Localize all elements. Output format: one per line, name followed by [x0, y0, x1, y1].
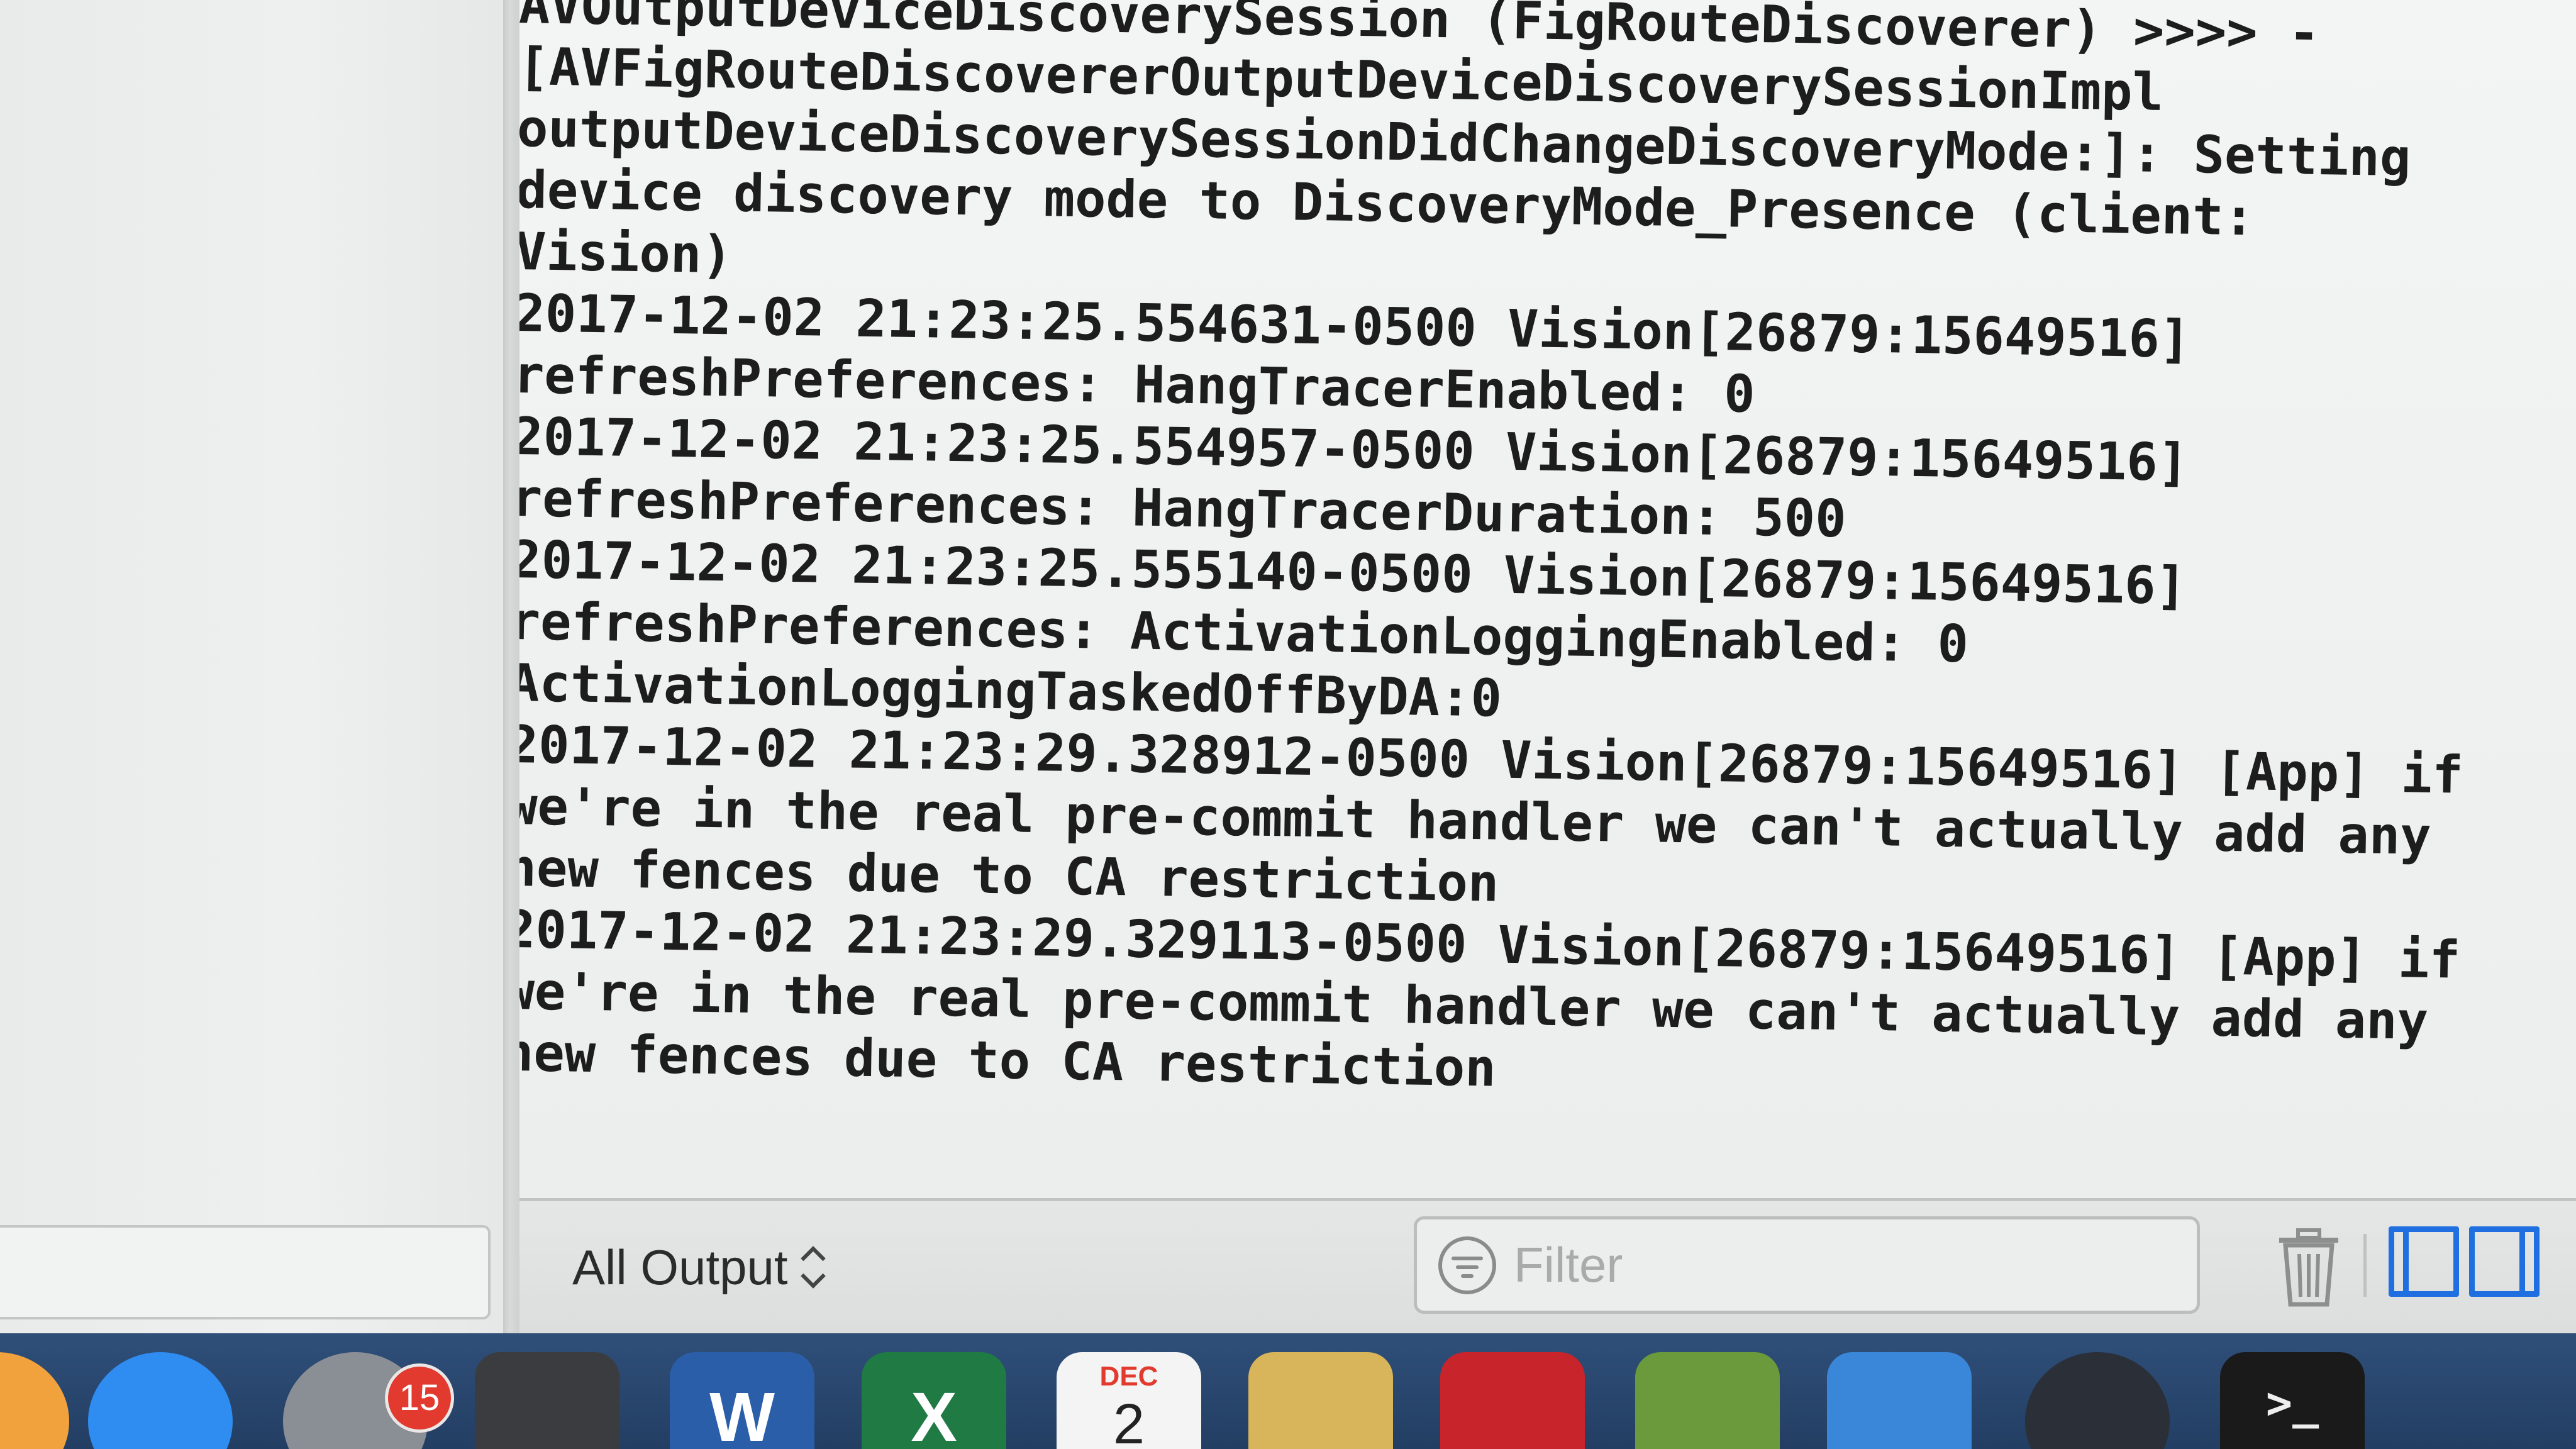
filezilla-icon[interactable]	[1440, 1352, 1585, 1449]
excel-letter: X	[911, 1379, 957, 1449]
output-scope-select[interactable]: All Output	[572, 1239, 824, 1296]
calendar-day: 2	[1113, 1393, 1145, 1449]
console-output: AVOutputDeviceDiscoverySession (FigRoute…	[519, 0, 2576, 1116]
show-variables-view-icon[interactable]	[2389, 1226, 2459, 1297]
packages-icon[interactable]	[1635, 1352, 1780, 1449]
show-console-view-icon[interactable]	[2469, 1226, 2540, 1297]
xcode-icon[interactable]	[1827, 1352, 1972, 1449]
word-icon[interactable]: W	[670, 1352, 814, 1449]
terminal-prompt: >_	[2265, 1377, 2319, 1429]
output-scope-label: All Output	[572, 1239, 788, 1295]
terminal-icon[interactable]: >_	[2220, 1352, 2365, 1449]
excel-icon[interactable]: X	[862, 1352, 1006, 1449]
trash-icon[interactable]	[2274, 1226, 2343, 1308]
variables-filter-box[interactable]	[0, 1225, 491, 1319]
debug-console[interactable]: AVOutputDeviceDiscoverySession (FigRoute…	[519, 0, 2576, 1198]
app-store-badge: 15	[385, 1363, 454, 1433]
calendar-date: DEC 2	[1057, 1361, 1201, 1449]
chevron-updown-icon	[799, 1242, 824, 1292]
filter-input[interactable]	[1513, 1236, 2144, 1294]
pane-divider[interactable]	[503, 0, 519, 1333]
sublime-text-icon[interactable]	[475, 1352, 619, 1449]
quicktime-icon[interactable]	[2025, 1352, 2170, 1449]
calendar-month: DEC	[1099, 1361, 1158, 1392]
calendar-icon[interactable]: DEC 2	[1057, 1352, 1201, 1449]
app-store-icon[interactable]	[88, 1352, 233, 1449]
word-letter: W	[709, 1379, 775, 1449]
console-toolbar: All Output	[519, 1198, 2576, 1333]
sequel-pro-icon[interactable]	[1248, 1352, 1393, 1449]
variables-pane	[0, 0, 503, 1333]
filter-icon	[1438, 1236, 1496, 1294]
pages-icon[interactable]	[0, 1352, 69, 1449]
console-filter-field[interactable]	[1414, 1216, 2200, 1314]
xcode-window: AVOutputDeviceDiscoverySession (FigRoute…	[0, 0, 2576, 1449]
toolbar-separator	[2363, 1234, 2367, 1297]
